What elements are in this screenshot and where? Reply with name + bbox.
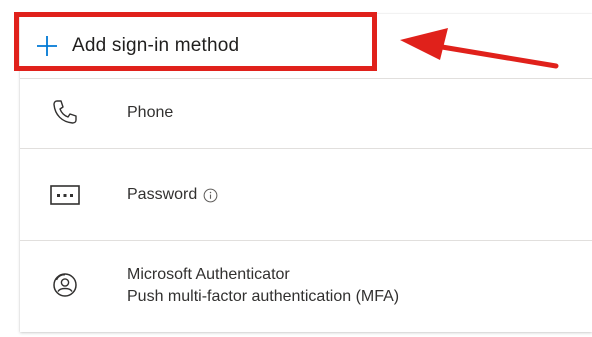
method-text-block: Microsoft Authenticator Push multi-facto… (127, 264, 399, 308)
password-icon (50, 180, 80, 210)
pointer-arrow (400, 28, 559, 69)
highlight-box (14, 12, 377, 71)
method-title: Phone (127, 104, 174, 121)
method-row-phone[interactable]: Phone (20, 78, 592, 149)
password-text-group: Password (127, 184, 218, 206)
method-row-password[interactable]: Password (20, 148, 592, 241)
method-row-authenticator[interactable]: Microsoft Authenticator Push multi-facto… (20, 240, 592, 333)
phone-icon (50, 97, 80, 127)
info-icon[interactable] (203, 188, 218, 203)
method-subtitle: Push multi-factor authentication (MFA) (127, 288, 400, 305)
method-title: Password (127, 186, 198, 203)
authenticator-icon (50, 270, 80, 300)
method-title: Microsoft Authenticator (127, 266, 290, 283)
